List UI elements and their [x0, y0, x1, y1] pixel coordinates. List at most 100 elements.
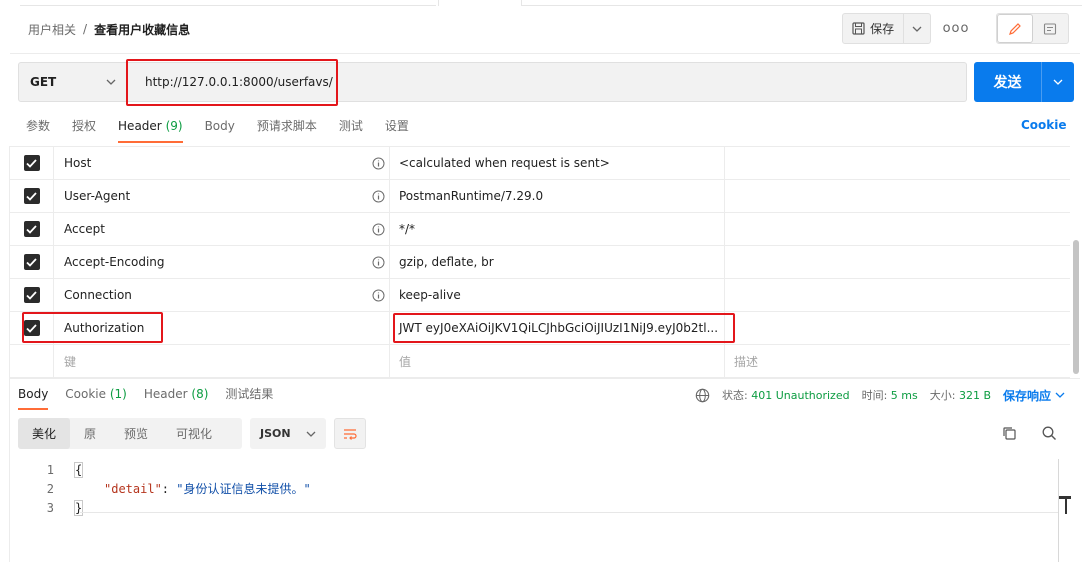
- format-preview[interactable]: 预览: [110, 418, 162, 449]
- tab-headers-label: Header: [118, 119, 162, 133]
- header-value: keep-alive: [399, 288, 461, 302]
- header-key: Accept: [64, 222, 105, 236]
- info-icon[interactable]: [372, 289, 385, 302]
- wrap-lines-button[interactable]: [334, 418, 366, 449]
- more-options-button[interactable]: ooo: [943, 18, 969, 38]
- line-number: 3: [46, 500, 54, 515]
- header-checkbox[interactable]: [10, 213, 54, 245]
- response-tab-headers-count: (8): [191, 387, 209, 401]
- header-description-cell[interactable]: [725, 147, 1070, 179]
- time-value: 5 ms: [890, 389, 918, 402]
- search-icon[interactable]: [1041, 425, 1058, 442]
- line-number: 2: [46, 481, 54, 496]
- header-key-cell[interactable]: Connection: [54, 279, 390, 311]
- header-key-cell[interactable]: Host: [54, 147, 390, 179]
- header-description-cell[interactable]: [725, 246, 1070, 278]
- size-readout[interactable]: 大小: 321 B: [930, 387, 991, 403]
- chevron-down-icon: [1055, 392, 1065, 398]
- copy-icon[interactable]: [1001, 425, 1018, 442]
- format-visualize[interactable]: 可视化: [162, 418, 226, 449]
- save-dropdown[interactable]: [904, 14, 930, 43]
- header-key: User-Agent: [64, 189, 131, 203]
- request-title[interactable]: 查看用户收藏信息: [94, 21, 190, 38]
- documentation-view-button[interactable]: [1033, 14, 1068, 43]
- document-icon: [1044, 22, 1057, 35]
- tab-headers-count: (9): [165, 119, 183, 133]
- tab-body[interactable]: Body: [205, 112, 235, 142]
- save-response-button[interactable]: 保存响应: [1003, 387, 1065, 404]
- header-description-cell[interactable]: [725, 279, 1070, 311]
- header-key-cell[interactable]: Accept: [54, 213, 390, 245]
- breadcrumb-parent[interactable]: 用户相关: [28, 21, 76, 38]
- info-icon[interactable]: [372, 256, 385, 269]
- headers-table: Host <calculated when request is sent> U…: [10, 146, 1070, 378]
- send-button-group: 发送: [974, 62, 1074, 102]
- response-tab-headers[interactable]: Header (8): [144, 384, 209, 408]
- header-value: PostmanRuntime/7.29.0: [399, 189, 544, 203]
- header-checkbox[interactable]: [10, 147, 54, 179]
- tab-settings[interactable]: 设置: [385, 112, 409, 142]
- info-icon[interactable]: [372, 157, 385, 170]
- table-row: Accept-Encoding gzip, deflate, br: [10, 246, 1070, 279]
- tab-authorization[interactable]: 授权: [72, 112, 96, 142]
- size-label: 大小:: [929, 389, 956, 402]
- language-select[interactable]: JSON: [250, 418, 326, 449]
- header-key-cell[interactable]: 键: [54, 345, 390, 377]
- checkmark-icon: [26, 257, 37, 267]
- format-pretty[interactable]: 美化: [18, 418, 71, 449]
- response-tab-cookies[interactable]: Cookie (1): [65, 384, 127, 408]
- header-value-cell[interactable]: PostmanRuntime/7.29.0: [390, 180, 725, 212]
- header-value-cell[interactable]: gzip, deflate, br: [390, 246, 725, 278]
- method-select[interactable]: GET: [18, 62, 127, 102]
- save-icon: [852, 22, 865, 35]
- time-readout[interactable]: 时间: 5 ms: [862, 387, 918, 403]
- edit-view-button[interactable]: [997, 14, 1033, 43]
- tab-params[interactable]: 参数: [26, 112, 50, 142]
- header-description-cell[interactable]: [725, 180, 1070, 212]
- save-button[interactable]: 保存: [843, 14, 905, 43]
- header-description-cell[interactable]: 描述: [725, 345, 1070, 377]
- scrollbar-thumb[interactable]: [1073, 240, 1079, 374]
- response-body-editor[interactable]: 1 { 2 "detail": "身份认证信息未提供。" 3 }: [10, 458, 1072, 562]
- send-button[interactable]: 发送: [974, 62, 1042, 102]
- info-icon[interactable]: [372, 223, 385, 236]
- send-dropdown[interactable]: [1042, 62, 1074, 102]
- response-tab-test-results[interactable]: 测试结果: [225, 384, 273, 408]
- header-description-cell[interactable]: [725, 213, 1070, 245]
- view-toggle: [996, 13, 1069, 44]
- code-line: 1 {: [10, 460, 84, 479]
- active-request-tab[interactable]: [438, 0, 522, 6]
- code-line: 2 "detail": "身份认证信息未提供。": [10, 479, 311, 498]
- url-highlight-box: [126, 59, 338, 106]
- cookies-link[interactable]: Cookie: [1021, 118, 1067, 132]
- header-value: */*: [399, 222, 416, 236]
- header-checkbox[interactable]: [10, 246, 54, 278]
- header-value-cell[interactable]: 值: [390, 345, 725, 377]
- time-label: 时间:: [861, 389, 888, 402]
- header-checkbox[interactable]: [10, 279, 54, 311]
- table-row-new: 键 值 描述: [10, 345, 1070, 378]
- globe-icon[interactable]: [695, 388, 710, 403]
- header-value-cell[interactable]: <calculated when request is sent>: [390, 147, 725, 179]
- code-text: {: [73, 461, 84, 478]
- header-key-cell[interactable]: Accept-Encoding: [54, 246, 390, 278]
- code-text: "detail": "身份认证信息未提供。": [104, 480, 311, 497]
- header-value-cell[interactable]: keep-alive: [390, 279, 725, 311]
- header-checkbox[interactable]: [10, 180, 54, 212]
- json-value: "身份认证信息未提供。": [176, 482, 311, 496]
- format-raw[interactable]: 原: [70, 418, 110, 449]
- header-key-cell[interactable]: User-Agent: [54, 180, 390, 212]
- breadcrumb-separator: /: [83, 22, 88, 36]
- response-tab-body[interactable]: Body: [18, 384, 49, 410]
- json-colon: :: [161, 482, 177, 496]
- line-number: 1: [46, 462, 54, 477]
- status-readout[interactable]: 状态: 401 Unauthorized: [722, 387, 850, 403]
- tab-headers[interactable]: Header (9): [118, 112, 183, 143]
- chevron-down-icon: [912, 26, 922, 32]
- tab-tests[interactable]: 测试: [339, 112, 363, 142]
- header-value-cell[interactable]: */*: [390, 213, 725, 245]
- tab-prerequest-script[interactable]: 预请求脚本: [257, 112, 317, 142]
- info-icon[interactable]: [372, 190, 385, 203]
- header-description-cell[interactable]: [725, 312, 1070, 344]
- header-key: Accept-Encoding: [64, 255, 165, 269]
